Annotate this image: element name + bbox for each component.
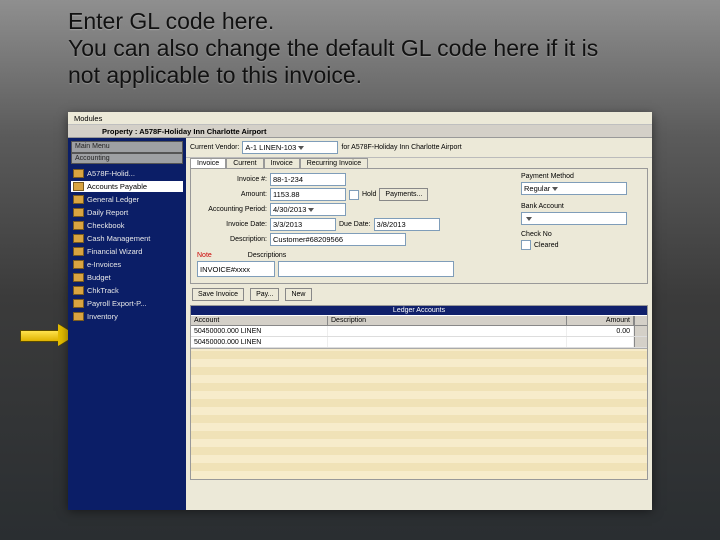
ledger-empty-area [191,348,647,479]
instruction-caption: Enter GL code here. You can also change … [68,8,628,89]
grid-scrollbar[interactable] [634,316,647,325]
ledger-row[interactable]: 50450000.000 LINEN [191,337,647,348]
sidebar-item-general-ledger[interactable]: General Ledger [71,194,183,205]
descriptions-label: Descriptions [248,252,287,259]
invoice-date-label: Invoice Date: [197,221,267,228]
description-label: Description: [197,236,267,243]
cell-amount[interactable] [567,337,634,347]
due-date-input[interactable]: 3/8/2013 [374,218,440,231]
description-input[interactable]: Customer#68209566 [270,233,406,246]
bank-account-label: Bank Account [521,203,641,210]
sidebar-tab-main[interactable]: Main Menu [71,141,183,153]
folder-icon [73,286,84,295]
new-button[interactable]: New [285,288,311,301]
cell-amount[interactable]: 0.00 [567,326,634,336]
main-panel: Current Vendor: A-1 LINEN-103 for A578F-… [186,138,652,510]
amount-label: Amount: [197,191,267,198]
folder-icon [73,221,84,230]
folder-icon [73,312,84,321]
menu-modules[interactable]: Modules [74,114,102,123]
caption-line-2: You can also change the default GL code … [68,35,598,88]
window-titlebar: Property : A578F-Holiday Inn Charlotte A… [68,125,652,138]
sidebar-item-chktrack[interactable]: ChkTrack [71,285,183,296]
action-button-row: Save Invoice Pay... New [186,286,652,303]
folder-icon [73,234,84,243]
tab-recurring[interactable]: Recurring Invoice [300,158,368,168]
folder-icon [73,195,84,204]
sidebar-item-cash-management[interactable]: Cash Management [71,233,183,244]
folder-icon [73,299,84,308]
descriptions-input[interactable] [278,261,454,277]
ledger-grid: Ledger Accounts Account Description Amou… [190,305,648,480]
ledger-header: Account Description Amount [191,315,647,326]
menubar[interactable]: Modules [68,112,652,125]
sidebar-item-daily-report[interactable]: Daily Report [71,207,183,218]
sidebar-item-inventory[interactable]: Inventory [71,311,183,322]
save-invoice-button[interactable]: Save Invoice [192,288,244,301]
sidebar-tab-accounting[interactable]: Accounting [71,153,183,165]
sidebar-item-budget[interactable]: Budget [71,272,183,283]
bank-account-dropdown[interactable] [521,212,627,225]
amount-input[interactable]: 1153.88 [270,188,346,201]
grid-scrollbar[interactable] [634,326,647,336]
sidebar-item-financial-wizard[interactable]: Financial Wizard [71,246,183,257]
period-dropdown[interactable]: 4/30/2013 [270,203,346,216]
cell-description[interactable] [328,337,567,347]
cleared-label: Cleared [534,242,559,249]
folder-icon [73,208,84,217]
sidebar-item-property[interactable]: A578F-Holid... [71,168,183,179]
vendor-row: Current Vendor: A-1 LINEN-103 for A578F-… [186,138,652,158]
cell-account[interactable]: 50450000.000 LINEN [191,326,328,336]
vendor-label: Current Vendor: [190,144,239,151]
app-screenshot: Modules Property : A578F-Holiday Inn Cha… [68,112,652,508]
note-input[interactable]: INVOICE#xxxx [197,261,275,277]
invoice-form: Invoice #:88-1-234 Amount:1153.88HoldPay… [190,168,648,284]
tab-invoice[interactable]: Invoice [190,158,226,168]
invoice-no-label: Invoice #: [197,176,267,183]
folder-icon [73,169,84,178]
sidebar-item-einvoices[interactable]: e-Invoices [71,259,183,270]
hold-label: Hold [362,191,376,198]
folder-icon [73,247,84,256]
invoice-date-input[interactable]: 3/3/2013 [270,218,336,231]
vendor-dropdown[interactable]: A-1 LINEN-103 [242,141,338,154]
col-amount[interactable]: Amount [567,316,634,325]
grid-scrollbar[interactable] [634,337,647,347]
payment-method-label: Payment Method [521,173,641,180]
window-title: Property : A578F-Holiday Inn Charlotte A… [102,127,266,136]
payments-button[interactable]: Payments... [379,188,428,201]
vendor-for-label: for A578F-Holiday Inn Charlotte Airport [341,144,461,151]
cell-account[interactable]: 50450000.000 LINEN [191,337,328,347]
invoice-no-input[interactable]: 88-1-234 [270,173,346,186]
folder-icon [73,182,84,191]
invoice-tabs: Invoice Current Invoice Recurring Invoic… [190,158,648,168]
tab-invoice-2[interactable]: Invoice [264,158,300,168]
sidebar: Main Menu Accounting A578F-Holid... Acco… [68,138,186,510]
folder-icon [73,260,84,269]
sidebar-item-accounts-payable[interactable]: Accounts Payable [71,181,183,192]
sidebar-item-payroll-export[interactable]: Payroll Export-P... [71,298,183,309]
pay-button[interactable]: Pay... [250,288,279,301]
tab-current[interactable]: Current [226,158,263,168]
note-label: Note [197,252,212,259]
folder-icon [73,273,84,282]
ledger-row[interactable]: 50450000.000 LINEN 0.00 [191,326,647,337]
col-account[interactable]: Account [191,316,328,325]
check-no-label: Check No [521,231,552,238]
ledger-title: Ledger Accounts [191,306,647,315]
due-date-label: Due Date: [339,221,371,228]
period-label: Accounting Period: [197,206,267,213]
payment-method-dropdown[interactable]: Regular [521,182,627,195]
sidebar-item-checkbook[interactable]: Checkbook [71,220,183,231]
col-description[interactable]: Description [328,316,567,325]
cell-description[interactable] [328,326,567,336]
caption-line-1: Enter GL code here. [68,8,274,34]
hold-checkbox[interactable] [349,190,359,200]
cleared-checkbox[interactable] [521,240,531,250]
